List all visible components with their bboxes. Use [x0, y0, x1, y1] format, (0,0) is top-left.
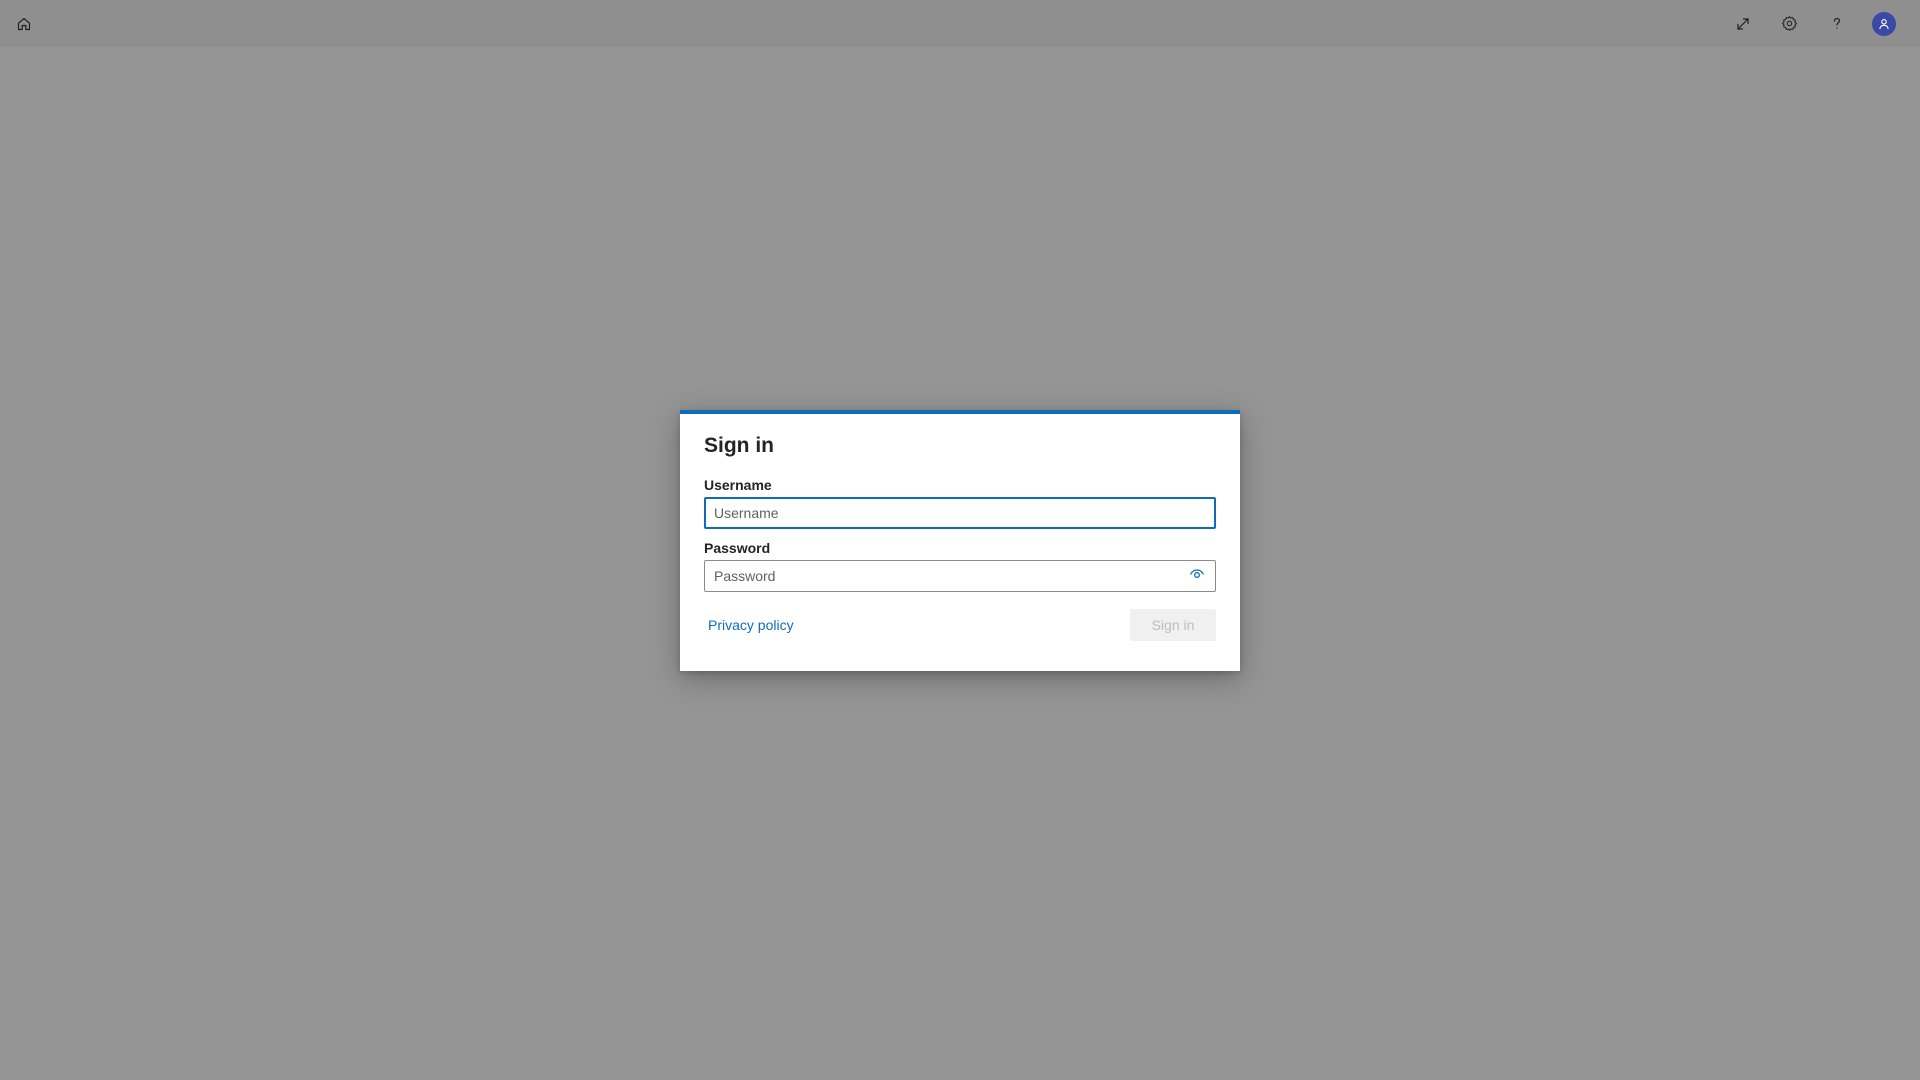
- show-password-button[interactable]: [1179, 561, 1215, 591]
- top-bar: [0, 0, 1920, 47]
- privacy-policy-link[interactable]: Privacy policy: [704, 617, 794, 633]
- password-label: Password: [704, 540, 771, 556]
- settings-button[interactable]: [1766, 0, 1813, 47]
- expand-button[interactable]: [1719, 0, 1766, 47]
- account-button[interactable]: [1860, 0, 1907, 47]
- expand-icon: [1735, 16, 1751, 32]
- dialog-footer: Privacy policy Sign in: [704, 609, 1216, 641]
- password-input[interactable]: [704, 560, 1216, 592]
- username-label: Username: [704, 477, 772, 493]
- help-button[interactable]: [1813, 0, 1860, 47]
- home-icon: [16, 16, 32, 32]
- eye-icon: [1189, 566, 1205, 587]
- top-bar-right: [1719, 0, 1920, 47]
- sign-in-button[interactable]: Sign in: [1130, 609, 1216, 641]
- help-icon: [1830, 16, 1844, 32]
- gear-icon: [1781, 15, 1798, 32]
- user-avatar-icon: [1871, 11, 1896, 36]
- home-button[interactable]: [0, 0, 47, 47]
- password-field-wrapper: [704, 560, 1216, 592]
- dialog-title: Sign in: [704, 434, 774, 457]
- username-input[interactable]: [704, 497, 1216, 529]
- top-bar-left: [0, 0, 47, 47]
- sign-in-dialog: Sign in Username Password Privacy policy…: [680, 410, 1240, 671]
- username-field-wrapper: [704, 497, 1216, 529]
